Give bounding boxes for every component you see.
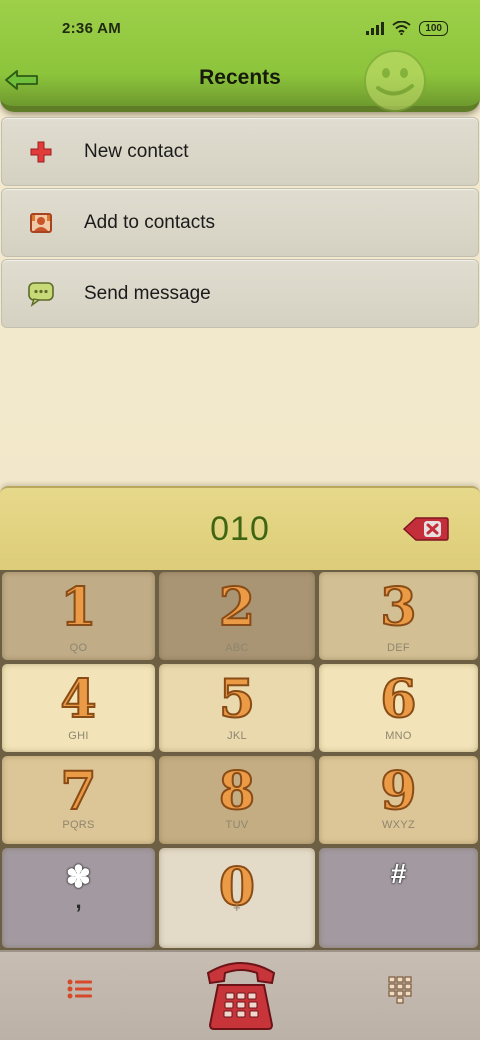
contacts-list-button[interactable] xyxy=(60,974,100,1004)
backspace-button[interactable] xyxy=(402,515,450,543)
list-icon xyxy=(67,979,92,999)
keypad-toggle-button[interactable] xyxy=(380,974,420,1006)
wifi-icon xyxy=(392,21,411,35)
call-button[interactable] xyxy=(200,952,282,1034)
key-7[interactable]: 7 PQRS xyxy=(2,756,155,844)
key-3[interactable]: 3 DEF xyxy=(319,572,478,660)
dial-display: 010 xyxy=(0,486,480,570)
backspace-icon xyxy=(402,517,449,541)
key-digit: 2 xyxy=(218,577,256,639)
message-bubble-icon xyxy=(2,281,84,307)
key-5[interactable]: 5 JKL xyxy=(159,664,315,752)
action-menu: New contact Add to contacts Send message xyxy=(0,117,480,330)
plus-icon xyxy=(2,140,84,164)
menu-item-label: New contact xyxy=(84,140,189,162)
menu-item-label: Send message xyxy=(84,282,211,304)
key-6[interactable]: 6 MNO xyxy=(319,664,478,752)
status-icons: 100 xyxy=(366,20,448,36)
menu-item-label: Add to contacts xyxy=(84,211,215,233)
key-8[interactable]: 8 TUV xyxy=(159,756,315,844)
key-hash[interactable]: # xyxy=(319,848,478,948)
key-letters: MNO xyxy=(385,730,412,742)
key-9[interactable]: 9 WXYZ xyxy=(319,756,478,844)
key-1[interactable]: 1 QO xyxy=(2,572,155,660)
dialpad-icon xyxy=(388,976,412,1004)
dial-keypad: 1 QO 2 ABC 3 DEF 4 GHI 5 JKL 6 MNO 7 PQR… xyxy=(0,570,480,950)
key-letters: JKL xyxy=(227,730,247,742)
hash-symbol: # xyxy=(390,858,407,889)
key-0[interactable]: 0 + xyxy=(159,848,315,948)
key-digit: 5 xyxy=(218,669,256,731)
header-bar: 2:36 AM 100 Recents xyxy=(0,0,480,112)
add-to-contacts-item[interactable]: Add to contacts xyxy=(1,188,479,257)
key-letters: , xyxy=(75,888,82,913)
key-2[interactable]: 2 ABC xyxy=(159,572,315,660)
status-time: 2:36 AM xyxy=(62,19,122,37)
key-4[interactable]: 4 GHI xyxy=(2,664,155,752)
signal-icon xyxy=(366,21,385,35)
key-star[interactable]: ✽ , xyxy=(2,848,155,948)
key-letters: DEF xyxy=(387,642,410,654)
key-letters: PQRS xyxy=(62,819,95,831)
send-message-item[interactable]: Send message xyxy=(1,259,479,328)
key-letters: + xyxy=(233,900,241,915)
contact-card-icon xyxy=(2,211,84,235)
key-letters: QO xyxy=(69,642,88,654)
telephone-icon xyxy=(206,962,276,1030)
key-letters: ABC xyxy=(225,642,249,654)
key-letters: WXYZ xyxy=(382,819,415,831)
smiley-face-icon xyxy=(364,50,426,112)
key-letters: TUV xyxy=(225,819,249,831)
new-contact-item[interactable]: New contact xyxy=(1,117,479,186)
key-digit: 7 xyxy=(59,761,97,823)
bottom-action-bar xyxy=(0,950,480,1040)
key-digit: 3 xyxy=(379,577,417,639)
key-digit: 1 xyxy=(59,577,97,639)
key-digit: 9 xyxy=(379,761,417,823)
key-letters: GHI xyxy=(68,730,89,742)
key-digit: 4 xyxy=(59,669,97,731)
key-digit: 6 xyxy=(379,669,417,731)
battery-indicator: 100 xyxy=(419,20,448,36)
key-digit: 8 xyxy=(218,761,256,823)
